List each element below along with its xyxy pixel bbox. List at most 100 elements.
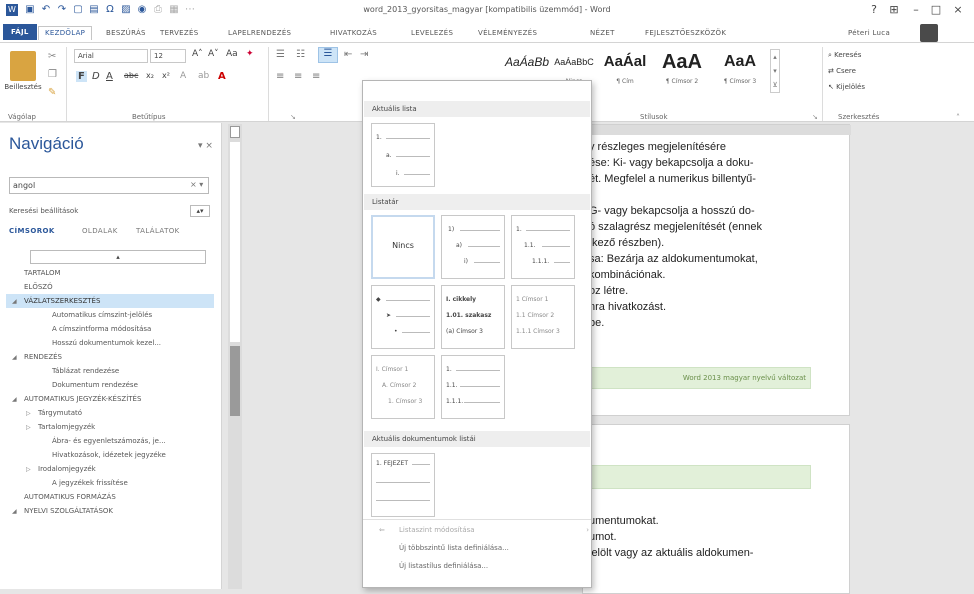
nav-heading-item[interactable]: ELŐSZÓ — [6, 280, 214, 294]
find-button[interactable]: ⌕ Keresés — [828, 51, 861, 60]
maximize-button[interactable]: □ — [928, 3, 944, 17]
multilevel-list-icon[interactable]: ☰ — [318, 47, 338, 63]
nav-heading-item[interactable]: TARTALOM — [6, 266, 214, 280]
subscript-icon[interactable]: x₂ — [146, 71, 154, 80]
nav-search-input[interactable]: angol — [9, 177, 209, 194]
styles-dialog-launcher-icon[interactable]: ↘ — [812, 113, 818, 121]
tab-references[interactable]: HIVATKOZÁS — [330, 26, 377, 40]
define-new-list-style-item[interactable]: Új listastílus definiálása... — [371, 557, 599, 575]
close-button[interactable]: × — [950, 3, 966, 17]
cut-icon[interactable]: ✂ — [48, 51, 56, 62]
collapsed-arrow-icon[interactable]: ▷ — [26, 407, 38, 421]
nav-heading-item[interactable]: ▷ Irodalomjegyzék — [6, 462, 214, 476]
nav-tab-results[interactable]: TALÁLATOK — [136, 227, 180, 235]
expand-arrow-icon[interactable]: ◢ — [12, 295, 24, 309]
strikethrough-icon[interactable]: abc — [124, 71, 138, 80]
collapsed-arrow-icon[interactable]: ▷ — [26, 421, 38, 435]
nav-heading-item[interactable]: Dokumentum rendezése — [6, 378, 214, 392]
list-option-recent[interactable]: 1. a. i. — [371, 123, 435, 187]
collapsed-arrow-icon[interactable]: ▷ — [26, 463, 38, 477]
bullets-icon[interactable]: ☰ — [276, 49, 285, 60]
nav-heading-item[interactable]: ▷ Tárgymutató — [6, 406, 214, 420]
highlight-icon[interactable]: ab — [198, 71, 209, 81]
font-size-select[interactable]: 12 — [150, 49, 186, 63]
list-option-legal[interactable]: 1. 1.1. 1.1.1. — [441, 355, 505, 419]
change-list-level-item[interactable]: ⇐ Listaszint módosítása › — [371, 521, 599, 539]
nav-heading-up-icon[interactable]: ▴ — [30, 250, 206, 264]
italic-icon[interactable]: D — [92, 71, 100, 82]
nav-heading-item[interactable]: Ábra- és egyenletszámozás, je... — [6, 434, 214, 448]
paste-button[interactable]: Beillesztés — [2, 83, 44, 91]
nav-heading-item[interactable]: ▷ Tartalomjegyzék — [6, 420, 214, 434]
nav-heading-item[interactable]: ◢ NYELVI SZOLGÁLTATÁSOK — [6, 504, 214, 518]
list-option-roman-heading[interactable]: I. Címsor 1 A. Címsor 2 1. Címsor 3 — [371, 355, 435, 419]
nav-heading-item[interactable]: Hivatkozások, idézetek jegyzéke — [6, 448, 214, 462]
nav-heading-item[interactable]: A címszintforma módosítása — [6, 322, 214, 336]
tab-insert[interactable]: BESZÚRÁS — [106, 26, 146, 40]
increase-indent-icon[interactable]: ⇥ — [360, 49, 368, 60]
nav-tab-pages[interactable]: OLDALAK — [82, 227, 118, 235]
list-option-article-section[interactable]: I. cikkely 1.01. szakasz (a) Címsor 3 — [441, 285, 505, 349]
minimize-button[interactable]: – — [908, 3, 924, 17]
nav-heading-item[interactable]: Táblázat rendezése — [6, 364, 214, 378]
user-name[interactable]: Péteri Luca — [848, 26, 890, 40]
list-option-paren[interactable]: 1) a) i) — [441, 215, 505, 279]
help-button[interactable]: ? — [866, 3, 882, 17]
list-option-decimal-outline[interactable]: 1. 1.1. 1.1.1. — [511, 215, 575, 279]
clipboard-paste-icon[interactable] — [10, 51, 36, 81]
style-heading-2[interactable]: AaA ¶ Címsor 2 — [654, 47, 710, 91]
font-name-select[interactable]: Arial — [74, 49, 148, 63]
change-case-icon[interactable]: Aa — [226, 49, 238, 59]
tab-mailings[interactable]: LEVELEZÉS — [411, 26, 453, 40]
tab-selector-icon[interactable] — [230, 126, 240, 138]
nav-heading-item[interactable]: Hosszú dokumentumok kezel... — [6, 336, 214, 350]
clear-search-icon[interactable]: × ▾ — [190, 180, 203, 189]
tab-view[interactable]: NÉZET — [590, 26, 615, 40]
copy-icon[interactable]: ❐ — [48, 69, 57, 80]
numbering-icon[interactable]: ☷ — [296, 49, 305, 60]
style-title[interactable]: AaÁal ¶ Cím — [598, 47, 652, 91]
format-painter-icon[interactable]: ✎ — [48, 87, 56, 98]
align-center-icon[interactable]: ≡ — [294, 71, 302, 82]
text-effects-icon[interactable]: A — [180, 71, 186, 81]
font-dialog-launcher-icon[interactable]: ↘ — [290, 113, 296, 121]
bold-icon[interactable]: F — [76, 71, 87, 82]
nav-heading-item[interactable]: AUTOMATIKUS FORMÁZÁS — [6, 490, 214, 504]
list-option-none[interactable]: Nincs — [371, 215, 435, 279]
ribbon-display-button[interactable]: ⊞ — [886, 3, 902, 17]
select-button[interactable]: ↖ Kijelölés — [828, 83, 865, 91]
tab-developer[interactable]: FEJLESZTŐESZKÖZÖK — [645, 26, 726, 40]
avatar[interactable] — [920, 24, 938, 42]
list-option-heading-numbered[interactable]: 1 Címsor 1 1.1 Címsor 2 1.1.1 Címsor 3 — [511, 285, 575, 349]
clear-formatting-icon[interactable]: ✦ — [246, 49, 254, 59]
tab-review[interactable]: VÉLEMÉNYEZÉS — [478, 26, 537, 40]
expand-arrow-icon[interactable]: ◢ — [12, 505, 24, 519]
replace-button[interactable]: ⇄ Csere — [828, 67, 856, 75]
tab-design[interactable]: TERVEZÉS — [160, 26, 198, 40]
tab-layout[interactable]: LAPELRENDEZÉS — [228, 26, 291, 40]
shrink-font-icon[interactable]: A˅ — [208, 49, 219, 59]
list-option-document-chapter[interactable]: 1. FEJEZET — [371, 453, 435, 517]
define-new-multilevel-item[interactable]: Új többszintű lista definiálása... — [371, 539, 599, 557]
decrease-indent-icon[interactable]: ⇤ — [344, 49, 352, 60]
nav-pane-options-icon[interactable]: ▾ × — [198, 141, 213, 151]
styles-scroll-icon[interactable]: ▴ ▾ ⊻ — [770, 49, 780, 93]
style-heading-3[interactable]: AaA ¶ Címsor 3 — [712, 47, 768, 91]
tab-home[interactable]: KEZDŐLAP — [38, 26, 93, 40]
list-option-bullets[interactable]: ◆ ➤ • — [371, 285, 435, 349]
expand-arrow-icon[interactable]: ◢ — [12, 393, 24, 407]
superscript-icon[interactable]: x² — [162, 71, 170, 80]
align-right-icon[interactable]: ≡ — [312, 71, 320, 82]
nav-heading-item[interactable]: A jegyzékek frissítése — [6, 476, 214, 490]
nav-heading-item[interactable]: ◢ AUTOMATIKUS JEGYZÉK-KÉSZÍTÉS — [6, 392, 214, 406]
collapse-ribbon-icon[interactable]: ˄ — [956, 113, 960, 122]
nav-heading-item[interactable]: ◢ VÁZLATSZERKESZTÉS — [6, 294, 214, 308]
nav-tab-headings[interactable]: CÍMSOROK — [9, 227, 55, 235]
tab-file[interactable]: FÁJL — [3, 24, 37, 40]
align-left-icon[interactable]: ≡ — [276, 71, 284, 82]
nav-heading-item[interactable]: ◢ RENDEZÉS — [6, 350, 214, 364]
result-nav-arrows-icon[interactable]: ▴▾ — [190, 205, 210, 217]
search-suggestions-label[interactable]: Keresési beállítások — [9, 207, 78, 215]
underline-icon[interactable]: A — [106, 71, 113, 82]
font-color-icon[interactable]: A — [218, 71, 226, 82]
